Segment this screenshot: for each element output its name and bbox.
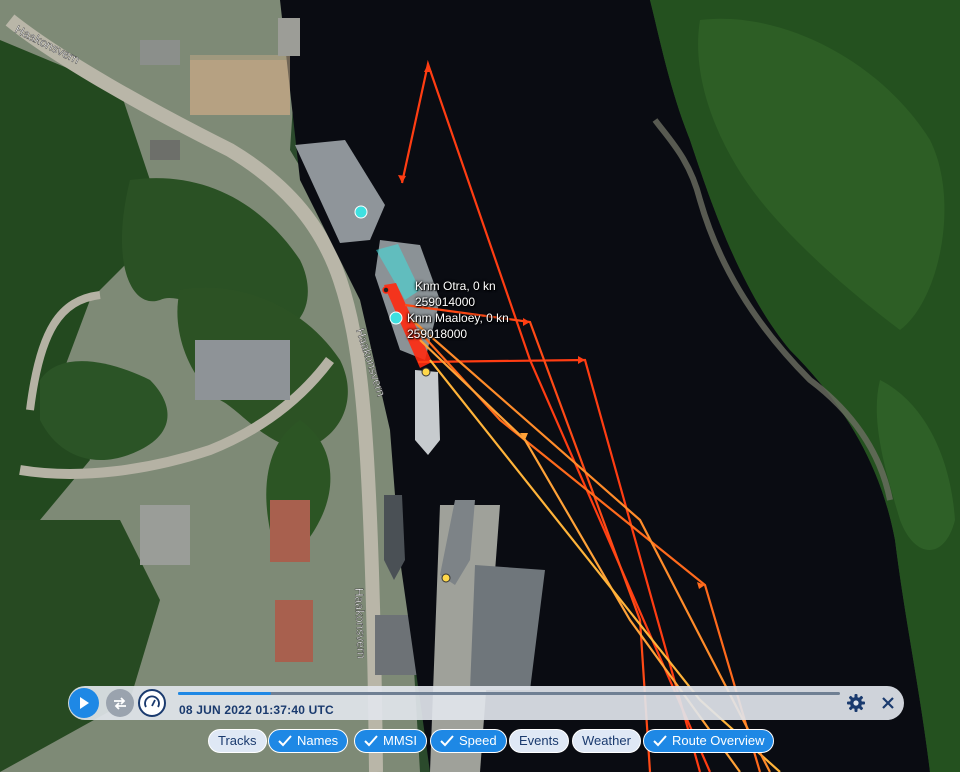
close-icon [882,697,894,709]
check-icon [364,735,378,747]
check-icon [653,735,667,747]
close-button[interactable] [877,692,899,714]
gear-icon [847,694,865,712]
vessel-marker-maaloey[interactable] [389,311,403,325]
toggle-label: Speed [459,733,497,748]
vessel-label-maaloey[interactable]: Knm Maaloey, 0 kn 259018000 [407,310,509,342]
speed-button[interactable] [138,689,166,717]
pier [190,55,290,115]
toggle-speed[interactable]: Speed [430,729,507,753]
vessel-name-speed: Knm Otra, 0 kn [415,279,496,293]
toggle-label: Route Overview [672,733,765,748]
pier [278,18,300,56]
speedometer-icon [144,695,160,708]
toggle-names[interactable]: Names [268,729,349,753]
satellite-map[interactable]: Haakonsvern Haakonsvern Haakonsvern [0,0,960,772]
toggle-tracks[interactable]: Tracks [208,729,267,753]
building [195,340,290,400]
building [275,600,313,662]
toggle-weather[interactable]: Weather [572,729,641,753]
street-label: Haakonsvern [352,588,368,659]
toggle-label: MMSI [383,733,417,748]
timeline-slider[interactable] [178,692,840,695]
building [270,500,310,562]
vessel-name-speed: Knm Maaloey, 0 kn [407,311,509,325]
loop-icon [114,697,126,710]
vessel-marker[interactable] [354,205,368,219]
docked-ship [415,370,440,455]
loop-button[interactable] [106,689,134,717]
building [140,505,190,565]
vessel-mmsi: 259014000 [415,295,476,309]
playback-bar: 08 JUN 2022 01:37:40 UTC [68,686,904,720]
vessel-label-otra[interactable]: Knm Otra, 0 kn 259014000 [415,278,496,310]
toggle-label: Tracks [218,733,257,748]
play-button[interactable] [69,688,99,718]
timeline-progress [178,692,271,695]
settings-button[interactable] [845,692,867,714]
vessel-marker[interactable] [421,367,431,377]
toggle-label: Weather [582,733,631,748]
check-icon [440,735,454,747]
toggle-label: Names [297,733,339,748]
toggle-mmsi[interactable]: MMSI [354,729,427,753]
vessel-marker-otra[interactable] [382,286,390,294]
toggle-route-overview[interactable]: Route Overview [643,729,775,753]
play-icon [80,697,89,709]
building [150,140,180,160]
toggle-events[interactable]: Events [509,729,569,753]
toggle-label: Events [519,733,559,748]
vessel-mmsi: 259018000 [407,327,468,341]
check-icon [278,735,292,747]
vessel-marker[interactable] [441,573,451,583]
building [140,40,180,65]
playback-timestamp: 08 JUN 2022 01:37:40 UTC [179,703,334,717]
layer-toggles: Tracks Names MMSI Speed Events Weather R… [0,729,960,755]
